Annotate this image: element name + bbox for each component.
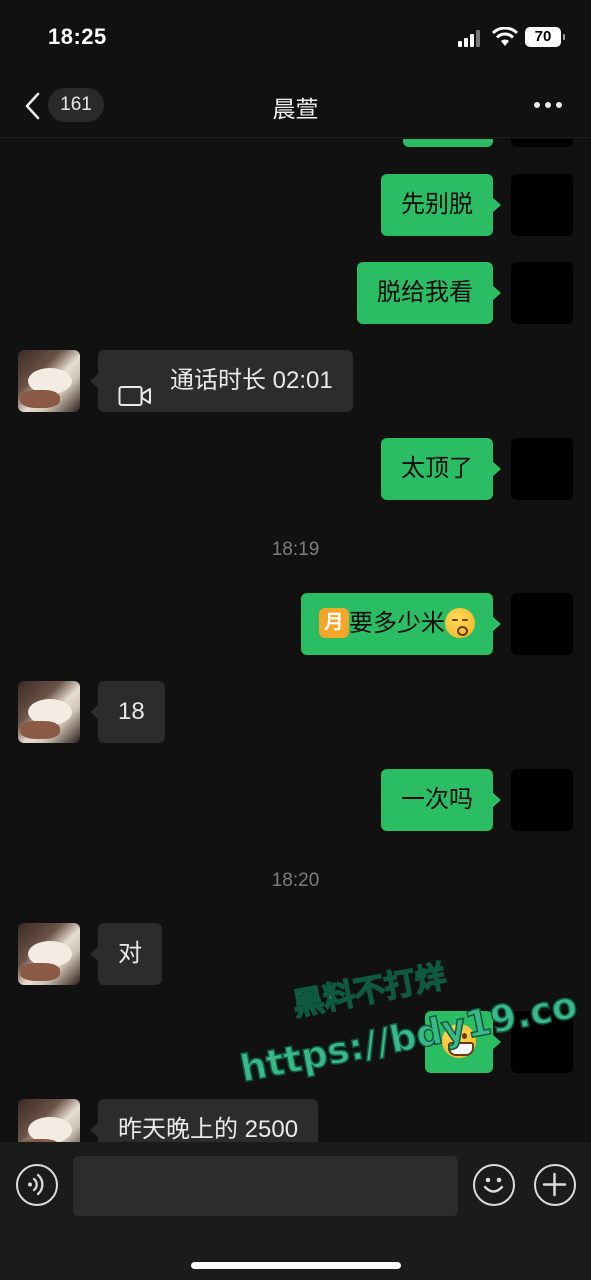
timestamp: 18:20 <box>271 870 320 891</box>
chat-header: 161 晨萱 <box>0 74 591 138</box>
kissing-face-emoji-icon <box>445 607 475 638</box>
message-input[interactable] <box>73 1156 458 1216</box>
input-bar <box>0 1142 591 1280</box>
message-bubble[interactable]: 一次吗 <box>381 769 501 831</box>
contact-avatar[interactable] <box>18 923 80 985</box>
message-bubble-partial[interactable] <box>403 139 493 147</box>
more-button[interactable] <box>530 94 566 118</box>
message-bubble[interactable]: 太顶了 <box>381 438 501 500</box>
emoji-button[interactable] <box>473 1164 515 1206</box>
status-bar: 18:25 70 <box>0 0 591 74</box>
avatar[interactable] <box>511 769 573 831</box>
message-bubble[interactable] <box>425 1011 501 1073</box>
message-bubble[interactable]: 先别脱 <box>381 174 501 236</box>
battery-icon: 70 <box>525 27 565 47</box>
emoji-icon <box>483 1177 504 1193</box>
unread-count-badge: 161 <box>48 88 104 122</box>
back-button[interactable]: 161 <box>20 86 110 126</box>
avatar[interactable] <box>511 593 573 655</box>
plus-button[interactable] <box>534 1164 576 1206</box>
back-chevron-icon <box>25 92 40 120</box>
message-bubble[interactable]: 昨天晚上的 2500 <box>89 1099 319 1142</box>
message-bubble[interactable]: 脱给我看 <box>357 262 501 324</box>
wifi-icon <box>491 26 519 47</box>
moon-emoji-icon: 月 <box>319 607 349 638</box>
avatar[interactable] <box>511 174 573 236</box>
message-bubble[interactable]: 月要多少米 <box>301 593 501 655</box>
avatar[interactable] <box>511 1011 573 1073</box>
cellular-signal-icon <box>458 29 484 47</box>
message-row <box>0 139 591 147</box>
call-duration: 通话时长 02:01 <box>170 367 333 394</box>
timestamp: 18:19 <box>271 539 320 560</box>
grinning-face-emoji-icon <box>442 1023 476 1058</box>
avatar[interactable] <box>511 139 573 147</box>
message-bubble[interactable]: 对 <box>90 923 162 985</box>
avatar[interactable] <box>511 262 573 324</box>
message-bubble[interactable]: 18 <box>90 681 165 743</box>
contact-avatar[interactable] <box>18 681 80 743</box>
voice-button[interactable] <box>16 1164 58 1206</box>
status-time: 18:25 <box>48 24 107 49</box>
voice-icon <box>28 1173 44 1196</box>
contact-avatar[interactable] <box>18 1099 80 1142</box>
video-call-bubble[interactable]: 通话时长 02:01 <box>90 350 353 412</box>
plus-icon <box>542 1172 567 1197</box>
message-text: 要多少米 <box>349 610 445 637</box>
avatar[interactable] <box>511 438 573 500</box>
message-list[interactable]: 先别脱 脱给我看 通话时长 02:01 太顶了 18:19 月要多少米 18 一 <box>0 139 591 1142</box>
contact-avatar[interactable] <box>18 350 80 412</box>
video-call-icon <box>118 369 152 406</box>
home-indicator[interactable] <box>191 1262 401 1269</box>
battery-level: 70 <box>534 28 552 45</box>
